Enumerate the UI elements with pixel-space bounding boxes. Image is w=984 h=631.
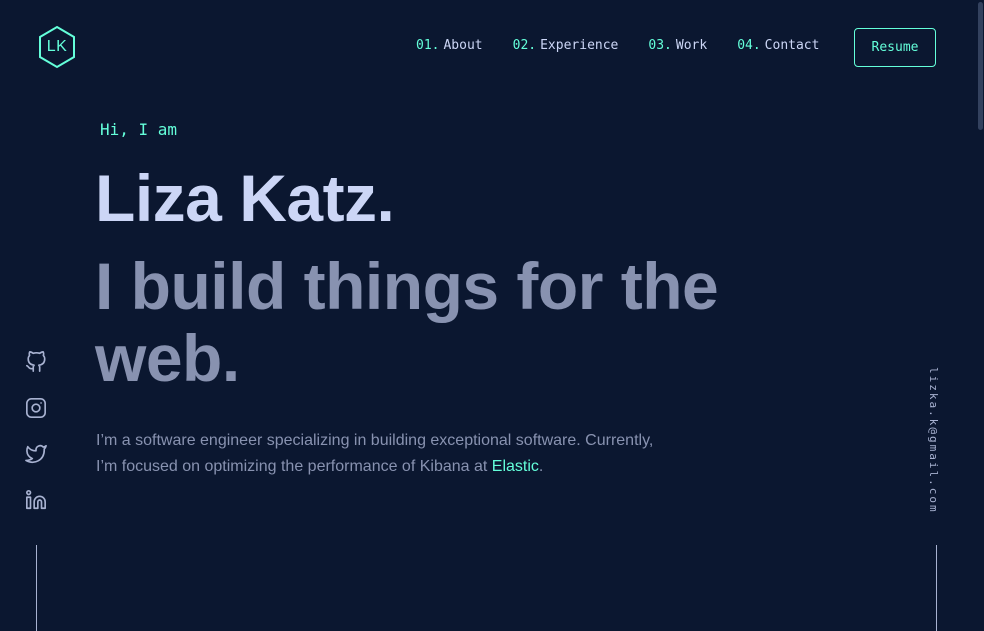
logo[interactable]: LK [37, 25, 77, 69]
right-divider-line [936, 545, 937, 631]
nav-number: 02. [512, 38, 537, 53]
hero-tagline: I build things for the web. [95, 249, 719, 395]
nav-label: About [443, 38, 483, 53]
nav-label: Experience [540, 38, 619, 53]
hero-name: Liza Katz. [95, 161, 395, 235]
linkedin-icon [26, 490, 46, 510]
main-nav: 01. About 02. Experience 03. Work 04. Contac… [416, 38, 819, 53]
nav-label: Work [675, 38, 708, 53]
description-text: I’m a software engineer specializing in … [96, 432, 654, 475]
github-icon [26, 351, 46, 372]
description-end: . [538, 458, 544, 475]
twitter-link[interactable] [24, 442, 48, 466]
social-links [24, 350, 48, 512]
instagram-link[interactable] [24, 396, 48, 420]
hero-description: I’m a software engineer specializing in … [96, 428, 656, 480]
left-divider-line [36, 545, 37, 631]
nav-label: Contact [764, 38, 820, 53]
nav-number: 03. [648, 38, 672, 53]
nav-item-about[interactable]: 01. About [416, 38, 483, 53]
nav-number: 01. [416, 38, 440, 53]
nav-item-experience[interactable]: 02. Experience [513, 38, 619, 53]
hero-greeting: Hi, I am [100, 120, 178, 139]
nav-item-work[interactable]: 03. Work [648, 38, 707, 53]
logo-text: LK [46, 38, 68, 55]
elastic-link[interactable]: Elastic [492, 458, 539, 475]
github-link[interactable] [24, 350, 48, 374]
instagram-icon [26, 398, 46, 418]
scrollbar-thumb[interactable] [978, 2, 983, 130]
nav-item-contact[interactable]: 04. Contact [737, 38, 819, 53]
resume-button[interactable]: Resume [854, 28, 936, 67]
linkedin-link[interactable] [24, 488, 48, 512]
nav-number: 04. [737, 38, 761, 53]
twitter-icon [25, 444, 47, 464]
email-link[interactable]: lizka.k@gmail.com [927, 367, 940, 514]
